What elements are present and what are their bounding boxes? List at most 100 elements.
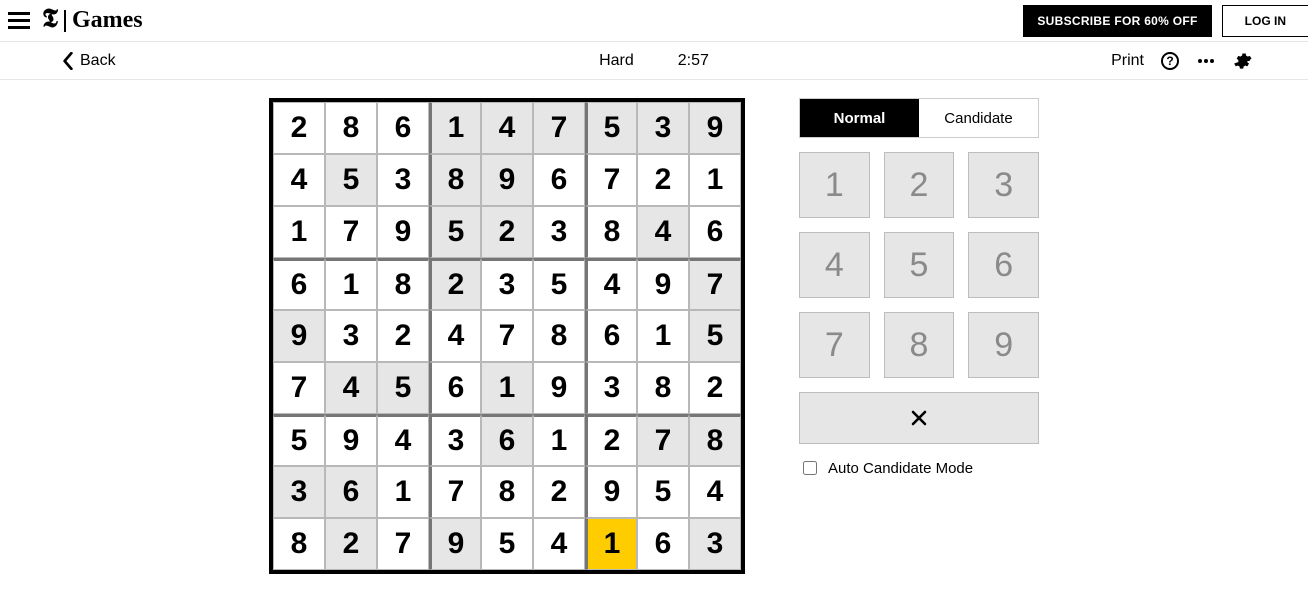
cell-r0-c4[interactable]: 4 [481, 102, 533, 154]
cell-r2-c0[interactable]: 1 [273, 206, 325, 258]
cell-r6-c0[interactable]: 5 [273, 414, 325, 466]
cell-r1-c0[interactable]: 4 [273, 154, 325, 206]
cell-r4-c5[interactable]: 8 [533, 310, 585, 362]
cell-r3-c4[interactable]: 3 [481, 258, 533, 310]
cell-r0-c1[interactable]: 8 [325, 102, 377, 154]
cell-r5-c1[interactable]: 4 [325, 362, 377, 414]
cell-r3-c8[interactable]: 7 [689, 258, 741, 310]
cell-r7-c3[interactable]: 7 [429, 466, 481, 518]
settings-icon[interactable] [1232, 51, 1252, 71]
cell-r5-c3[interactable]: 6 [429, 362, 481, 414]
key-4[interactable]: 4 [799, 232, 870, 298]
cell-r1-c7[interactable]: 2 [637, 154, 689, 206]
cell-r2-c1[interactable]: 7 [325, 206, 377, 258]
cell-r0-c5[interactable]: 7 [533, 102, 585, 154]
cell-r1-c1[interactable]: 5 [325, 154, 377, 206]
key-9[interactable]: 9 [968, 312, 1039, 378]
cell-r1-c2[interactable]: 3 [377, 154, 429, 206]
cell-r7-c8[interactable]: 4 [689, 466, 741, 518]
cell-r3-c2[interactable]: 8 [377, 258, 429, 310]
key-2[interactable]: 2 [884, 152, 955, 218]
cell-r2-c7[interactable]: 4 [637, 206, 689, 258]
cell-r5-c0[interactable]: 7 [273, 362, 325, 414]
cell-r5-c5[interactable]: 9 [533, 362, 585, 414]
cell-r2-c3[interactable]: 5 [429, 206, 481, 258]
cell-r6-c4[interactable]: 6 [481, 414, 533, 466]
cell-r3-c7[interactable]: 9 [637, 258, 689, 310]
cell-r8-c3[interactable]: 9 [429, 518, 481, 570]
key-5[interactable]: 5 [884, 232, 955, 298]
key-7[interactable]: 7 [799, 312, 870, 378]
cell-r7-c6[interactable]: 9 [585, 466, 637, 518]
cell-r1-c5[interactable]: 6 [533, 154, 585, 206]
key-6[interactable]: 6 [968, 232, 1039, 298]
cell-r3-c3[interactable]: 2 [429, 258, 481, 310]
cell-r0-c3[interactable]: 1 [429, 102, 481, 154]
cell-r8-c5[interactable]: 4 [533, 518, 585, 570]
sudoku-board[interactable]: 2861475394538967211795238466182354979324… [269, 98, 745, 574]
brand-logo[interactable]: 𝕿 Games [42, 6, 143, 35]
cell-r2-c6[interactable]: 8 [585, 206, 637, 258]
cell-r3-c1[interactable]: 1 [325, 258, 377, 310]
cell-r5-c7[interactable]: 8 [637, 362, 689, 414]
login-button[interactable]: LOG IN [1222, 5, 1308, 37]
cell-r0-c2[interactable]: 6 [377, 102, 429, 154]
cell-r0-c7[interactable]: 3 [637, 102, 689, 154]
cell-r4-c1[interactable]: 3 [325, 310, 377, 362]
help-icon[interactable]: ? [1160, 51, 1180, 71]
cell-r0-c0[interactable]: 2 [273, 102, 325, 154]
cell-r5-c8[interactable]: 2 [689, 362, 741, 414]
more-icon[interactable] [1196, 51, 1216, 71]
cell-r7-c4[interactable]: 8 [481, 466, 533, 518]
cell-r2-c8[interactable]: 6 [689, 206, 741, 258]
auto-candidate-checkbox[interactable] [803, 461, 817, 475]
cell-r7-c7[interactable]: 5 [637, 466, 689, 518]
cell-r4-c2[interactable]: 2 [377, 310, 429, 362]
cell-r5-c4[interactable]: 1 [481, 362, 533, 414]
cell-r7-c5[interactable]: 2 [533, 466, 585, 518]
cell-r2-c2[interactable]: 9 [377, 206, 429, 258]
cell-r4-c3[interactable]: 4 [429, 310, 481, 362]
cell-r6-c8[interactable]: 8 [689, 414, 741, 466]
cell-r8-c2[interactable]: 7 [377, 518, 429, 570]
cell-r8-c8[interactable]: 3 [689, 518, 741, 570]
cell-r4-c4[interactable]: 7 [481, 310, 533, 362]
cell-r8-c6[interactable]: 1 [585, 518, 637, 570]
cell-r3-c6[interactable]: 4 [585, 258, 637, 310]
cell-r0-c6[interactable]: 5 [585, 102, 637, 154]
cell-r6-c3[interactable]: 3 [429, 414, 481, 466]
cell-r6-c6[interactable]: 2 [585, 414, 637, 466]
tab-normal[interactable]: Normal [800, 99, 919, 137]
cell-r7-c2[interactable]: 1 [377, 466, 429, 518]
key-1[interactable]: 1 [799, 152, 870, 218]
cell-r4-c8[interactable]: 5 [689, 310, 741, 362]
cell-r2-c5[interactable]: 3 [533, 206, 585, 258]
cell-r6-c2[interactable]: 4 [377, 414, 429, 466]
tab-candidate[interactable]: Candidate [919, 99, 1038, 137]
key-3[interactable]: 3 [968, 152, 1039, 218]
cell-r8-c4[interactable]: 5 [481, 518, 533, 570]
cell-r8-c7[interactable]: 6 [637, 518, 689, 570]
cell-r4-c7[interactable]: 1 [637, 310, 689, 362]
cell-r1-c4[interactable]: 9 [481, 154, 533, 206]
erase-button[interactable] [799, 392, 1039, 444]
cell-r3-c5[interactable]: 5 [533, 258, 585, 310]
print-button[interactable]: Print [1111, 52, 1144, 70]
cell-r8-c0[interactable]: 8 [273, 518, 325, 570]
cell-r3-c0[interactable]: 6 [273, 258, 325, 310]
cell-r5-c6[interactable]: 3 [585, 362, 637, 414]
cell-r0-c8[interactable]: 9 [689, 102, 741, 154]
cell-r1-c6[interactable]: 7 [585, 154, 637, 206]
cell-r7-c0[interactable]: 3 [273, 466, 325, 518]
cell-r5-c2[interactable]: 5 [377, 362, 429, 414]
cell-r7-c1[interactable]: 6 [325, 466, 377, 518]
cell-r1-c8[interactable]: 1 [689, 154, 741, 206]
cell-r6-c7[interactable]: 7 [637, 414, 689, 466]
cell-r8-c1[interactable]: 2 [325, 518, 377, 570]
auto-candidate-toggle[interactable]: Auto Candidate Mode [799, 458, 1039, 478]
subscribe-button[interactable]: SUBSCRIBE FOR 60% OFF [1023, 5, 1211, 37]
menu-icon[interactable] [8, 9, 32, 33]
cell-r2-c4[interactable]: 2 [481, 206, 533, 258]
key-8[interactable]: 8 [884, 312, 955, 378]
cell-r6-c1[interactable]: 9 [325, 414, 377, 466]
